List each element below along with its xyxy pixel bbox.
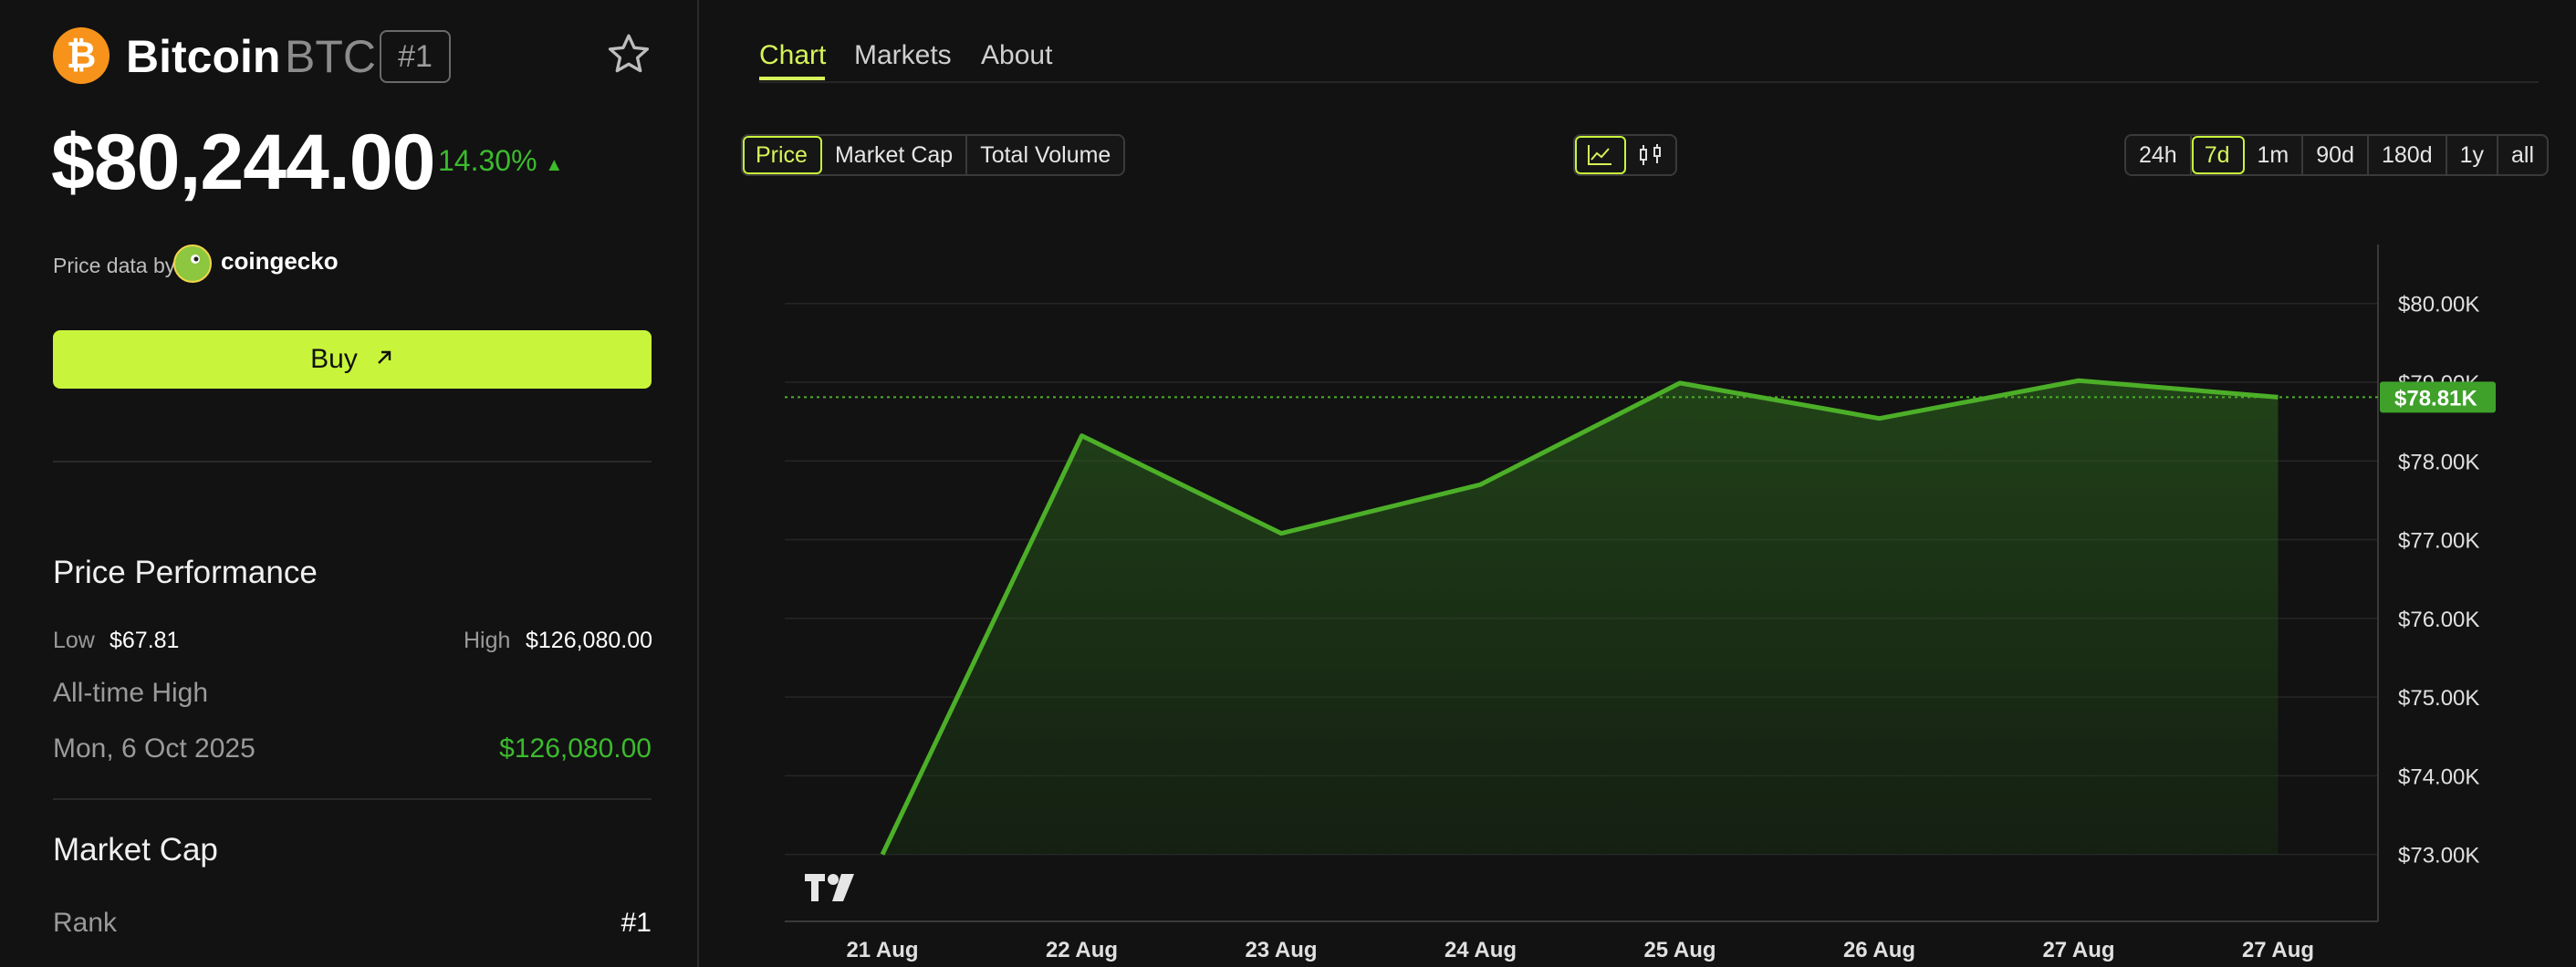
x-tick-label: 23 Aug [1245,938,1317,962]
y-tick-label: $74.00K [2398,764,2479,789]
y-tick-label: $80.00K [2398,293,2479,317]
price-chart[interactable]: $73.00K $74.00K $75.00K $76.00K $77.00K $78.0… [0,0,2576,967]
x-tick-label: 24 Aug [1444,938,1517,962]
x-tick-label: 27 Aug [2042,938,2114,962]
y-tick-label: $75.00K [2398,686,2479,711]
current-price-label: $78.81K [2394,386,2477,411]
x-tick-label: 25 Aug [1643,938,1716,962]
y-tick-label: $77.00K [2398,529,2479,554]
x-tick-label: 21 Aug [846,938,918,962]
y-tick-label: $76.00K [2398,608,2479,632]
x-tick-label: 26 Aug [1843,938,1915,962]
tradingview-watermark-icon [805,874,854,901]
y-tick-label: $73.00K [2398,844,2479,868]
x-tick-label: 27 Aug [2242,938,2314,962]
x-tick-label: 22 Aug [1046,938,1118,962]
price-area [882,380,2279,855]
y-tick-label: $78.00K [2398,450,2479,474]
